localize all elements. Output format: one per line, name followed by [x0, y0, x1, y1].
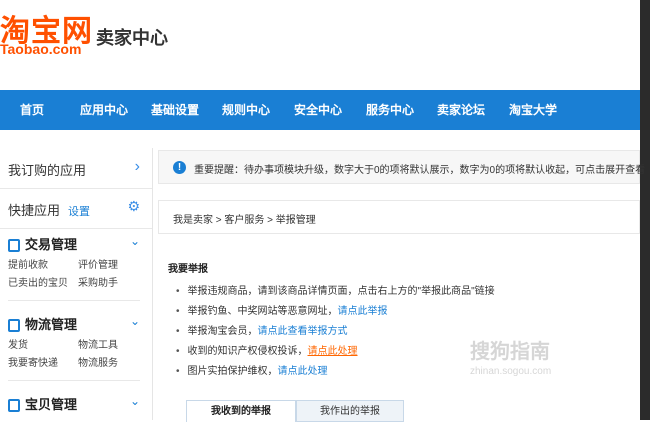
link-early-payment[interactable]: 提前收款	[8, 256, 48, 271]
link-review-manage[interactable]: 评价管理	[78, 256, 118, 271]
breadcrumb: 我是卖家 > 客户服务 > 举报管理	[158, 200, 640, 234]
link-ship[interactable]: 发货	[8, 336, 28, 351]
group-trade-header[interactable]: 交易管理	[8, 234, 77, 253]
sidebar-quick-apps: 快捷应用 设置 ⚙	[0, 188, 152, 229]
nav-service-center[interactable]: 服务中心	[366, 90, 414, 130]
group-logistics-header[interactable]: 物流管理	[8, 314, 77, 333]
report-list: 举报违规商品，请到该商品详情页面，点击右上方的"举报此商品"链接 举报钓鱼、中奖…	[176, 282, 495, 382]
window-edge	[640, 0, 650, 420]
link-purchase-assistant[interactable]: 采购助手	[78, 274, 118, 289]
list-item-text: 收到的知识产权侵权投诉，	[187, 346, 308, 357]
nav-app-center[interactable]: 应用中心	[80, 90, 128, 130]
photo-protection-link[interactable]: 请点此处理	[278, 366, 328, 377]
sidebar: 我订购的应用 › 快捷应用 设置 ⚙ 交易管理 ⌄ 提前收款 评价管理 已卖出的宝…	[0, 148, 153, 420]
link-sold-items[interactable]: 已卖出的宝贝	[8, 274, 68, 289]
list-item-text: 举报违规商品，请到该商品详情页面，点击右上方的"举报此商品"链接	[187, 286, 495, 297]
report-url-link[interactable]: 请点此举报	[338, 306, 388, 317]
group-trade-title: 交易管理	[25, 237, 78, 252]
info-icon: !	[173, 161, 186, 174]
gear-icon[interactable]: ⚙	[127, 198, 140, 215]
nav-rules-center[interactable]: 规则中心	[222, 90, 270, 130]
chevron-down-icon[interactable]: ⌄	[130, 314, 140, 328]
list-item-text: 举报钓鱼、中奖网站等恶意网址，	[187, 306, 338, 317]
divider	[8, 380, 140, 381]
important-notice: ! 重要提醒：待办事项模块升级，数字大于0的项将默认展示，数字为0的项将默认收起…	[158, 150, 645, 184]
chevron-right-icon: ›	[134, 158, 140, 175]
gift-icon	[8, 399, 20, 412]
sidebar-my-apps-label: 我订购的应用	[8, 163, 87, 178]
group-logistics-title: 物流管理	[25, 317, 78, 332]
link-send-express[interactable]: 我要寄快递	[8, 354, 58, 369]
quick-apps-setting-link[interactable]: 设置	[68, 206, 90, 218]
nav-home[interactable]: 首页	[20, 90, 44, 130]
report-member-link[interactable]: 请点此查看举报方式	[258, 326, 348, 337]
list-item: 举报违规商品，请到该商品详情页面，点击右上方的"举报此商品"链接	[176, 282, 495, 302]
list-item: 举报钓鱼、中奖网站等恶意网址，请点此举报	[176, 302, 495, 322]
chevron-down-icon[interactable]: ⌄	[130, 234, 140, 248]
section-title: 我要举报	[168, 264, 208, 275]
tab-received-reports[interactable]: 我收到的举报	[186, 400, 296, 422]
truck-icon	[8, 319, 20, 332]
document-icon	[8, 239, 20, 252]
sidebar-my-apps[interactable]: 我订购的应用 ›	[0, 148, 152, 189]
nav-seller-forum[interactable]: 卖家论坛	[437, 90, 485, 130]
link-logistics-service[interactable]: 物流服务	[78, 354, 118, 369]
watermark-sub: zhinan.sogou.com	[470, 366, 552, 377]
link-logistics-tools[interactable]: 物流工具	[78, 336, 118, 351]
sidebar-quick-apps-label: 快捷应用	[8, 203, 61, 218]
breadcrumb-text[interactable]: 我是卖家 > 客户服务 > 举报管理	[173, 211, 316, 226]
group-items-title: 宝贝管理	[25, 397, 78, 412]
nav-security-center[interactable]: 安全中心	[294, 90, 342, 130]
ip-complaint-link[interactable]: 请点此处理	[308, 346, 358, 357]
divider	[8, 300, 140, 301]
watermark-main: 搜狗指南	[470, 341, 550, 363]
tab-made-reports[interactable]: 我作出的举报	[296, 400, 404, 422]
list-item: 图片实拍保护维权，请点此处理	[176, 362, 495, 382]
nav-basic-settings[interactable]: 基础设置	[151, 90, 199, 130]
header: 淘宝网 Taobao.com 卖家中心	[0, 0, 640, 90]
group-items-header[interactable]: 宝贝管理	[8, 394, 77, 413]
watermark: 搜狗指南 zhinan.sogou.com	[470, 335, 551, 377]
list-item-text: 图片实拍保护维权，	[187, 366, 278, 377]
list-item: 举报淘宝会员，请点此查看举报方式	[176, 322, 495, 342]
main-nav: 首页 应用中心 基础设置 规则中心 安全中心 服务中心 卖家论坛 淘宝大学	[0, 90, 640, 130]
report-panel: 我要举报 举报违规商品，请到该商品详情页面，点击右上方的"举报此商品"链接 举报…	[158, 244, 640, 420]
nav-taobao-university[interactable]: 淘宝大学	[509, 90, 557, 130]
chevron-down-icon[interactable]: ⌄	[130, 394, 140, 408]
taobao-logo-en[interactable]: Taobao.com	[0, 41, 81, 57]
list-item: 收到的知识产权侵权投诉，请点此处理	[176, 342, 495, 362]
notice-text[interactable]: 重要提醒：待办事项模块升级，数字大于0的项将默认展示，数字为0的项将默认收起，可…	[194, 161, 645, 176]
page-title: 卖家中心	[96, 28, 168, 48]
list-item-text: 举报淘宝会员，	[187, 326, 258, 337]
